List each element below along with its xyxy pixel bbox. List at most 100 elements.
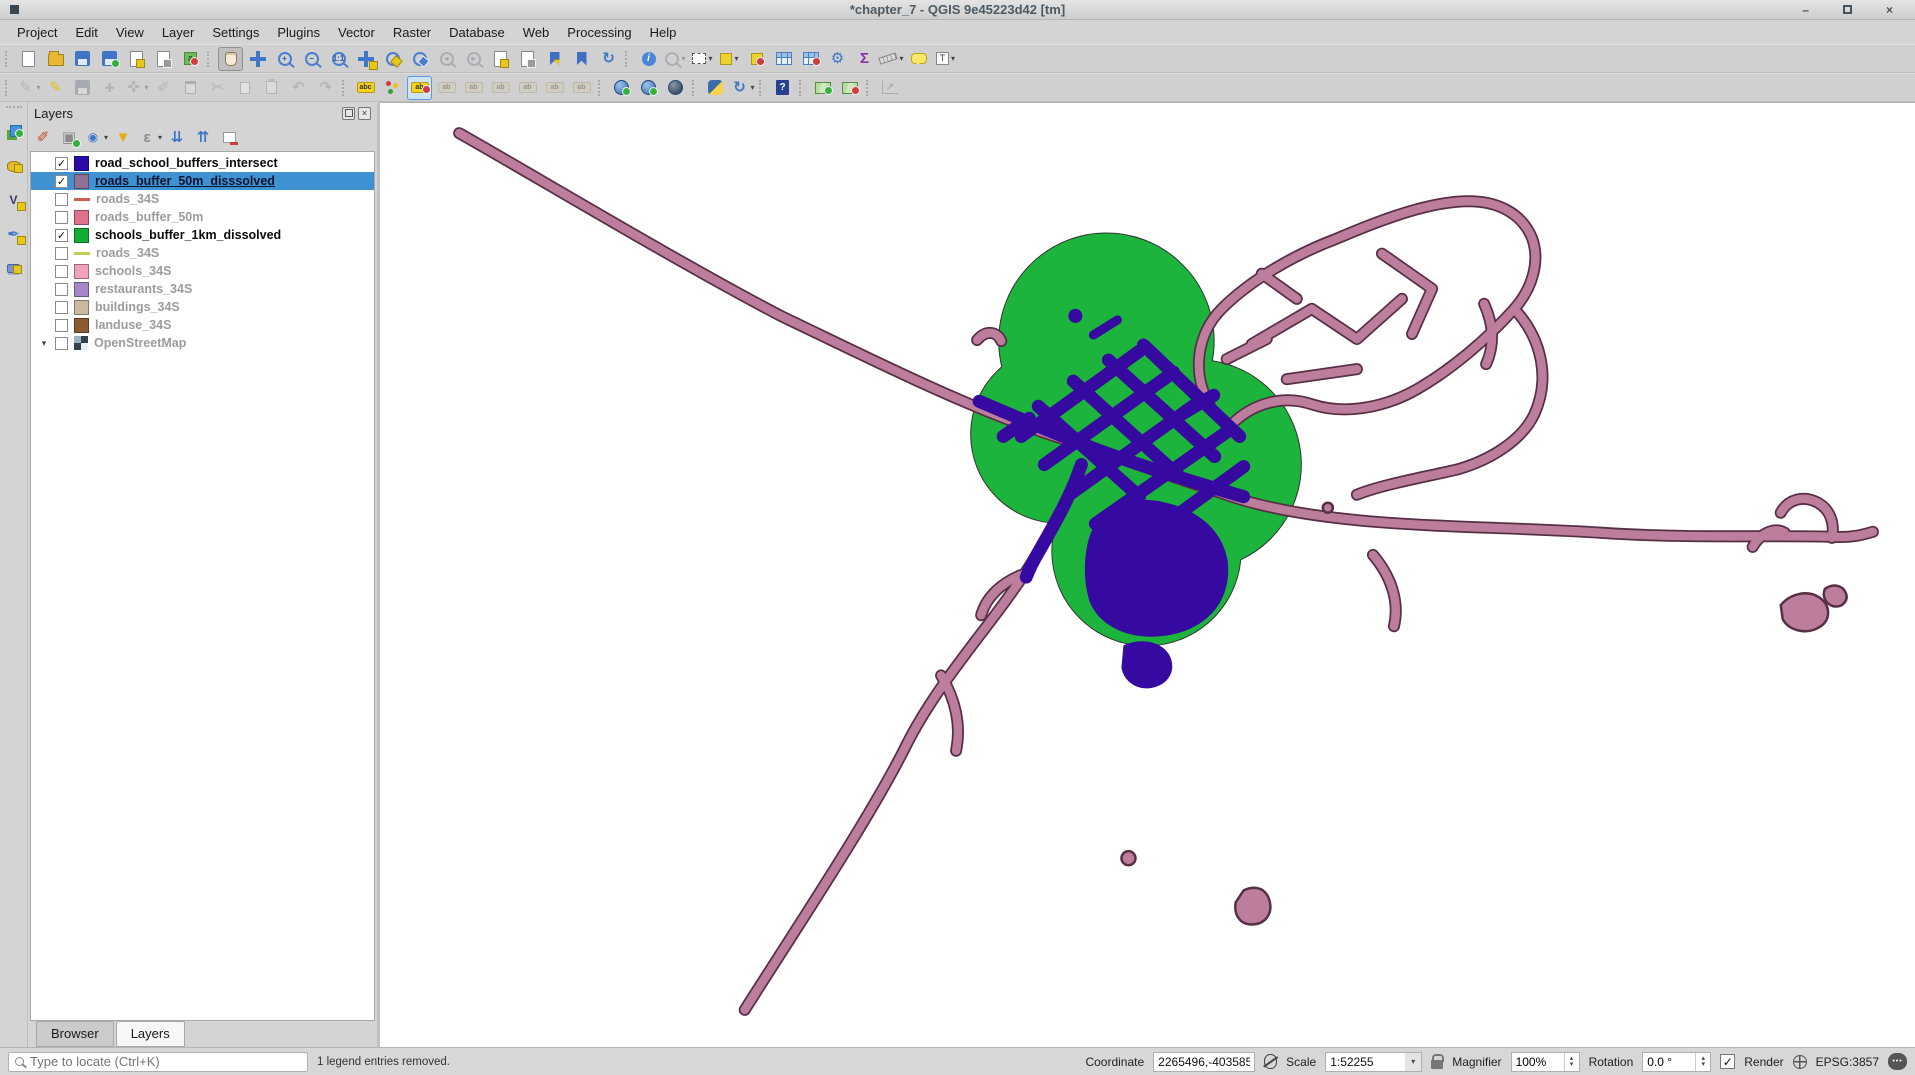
panel-close-button[interactable]: × xyxy=(358,107,371,120)
menu-item-web[interactable]: Web xyxy=(514,22,559,43)
toolbar-handle[interactable] xyxy=(5,80,12,96)
python-console-icon[interactable] xyxy=(703,76,728,100)
layer-checkbox[interactable] xyxy=(55,193,68,206)
new-map-view-icon[interactable] xyxy=(488,47,513,71)
locate-box[interactable] xyxy=(8,1052,308,1072)
scale-dropdown-icon[interactable]: ▾ xyxy=(1405,1052,1422,1072)
open-project-icon[interactable] xyxy=(43,47,68,71)
zoom-to-layer-icon[interactable] xyxy=(407,47,432,71)
layer-schools-34s[interactable]: schools_34S xyxy=(31,262,374,280)
cut-features-icon[interactable]: ✂ xyxy=(205,76,230,100)
tab-layers[interactable]: Layers xyxy=(116,1021,185,1047)
delete-selected-icon[interactable] xyxy=(178,76,203,100)
deselect-features-icon[interactable] xyxy=(744,47,769,71)
crs-status[interactable]: EPSG:3857 xyxy=(1816,1055,1879,1069)
add-wms-layer-icon[interactable] xyxy=(609,76,634,100)
new-print-layout-icon[interactable] xyxy=(124,47,149,71)
toolbar-handle[interactable] xyxy=(692,80,699,96)
magnifier-input[interactable] xyxy=(1512,1055,1564,1069)
zoom-to-selection-icon[interactable] xyxy=(380,47,405,71)
whats-this-icon[interactable]: ↻ xyxy=(730,76,755,100)
layer-checkbox[interactable] xyxy=(55,265,68,278)
change-label-icon[interactable]: ab xyxy=(542,76,567,100)
menu-item-layer[interactable]: Layer xyxy=(153,22,204,43)
extents-toggle-icon[interactable] xyxy=(1264,1054,1277,1069)
expand-all-icon[interactable]: ⇊ xyxy=(166,126,188,148)
save-project-as-icon[interactable] xyxy=(97,47,122,71)
redo-icon[interactable]: ↷ xyxy=(313,76,338,100)
render-checkbox[interactable]: ✓ xyxy=(1720,1054,1735,1069)
layer-checkbox[interactable] xyxy=(55,337,68,350)
menu-item-view[interactable]: View xyxy=(107,22,153,43)
collapse-all-icon[interactable]: ⇈ xyxy=(192,126,214,148)
pin-labels-icon[interactable]: ab xyxy=(434,76,459,100)
crs-globe-icon[interactable] xyxy=(1793,1055,1807,1069)
data-source-manager-icon[interactable] xyxy=(2,120,26,144)
new-spatial-bookmark-icon[interactable] xyxy=(542,47,567,71)
zoom-out-icon[interactable]: − xyxy=(299,47,324,71)
maximize-button[interactable] xyxy=(1843,5,1852,14)
spinner-arrows[interactable] xyxy=(1564,1053,1579,1071)
layer-road-school-buffers-intersect[interactable]: road_school_buffers_intersect xyxy=(31,154,374,172)
close-button[interactable]: × xyxy=(1886,4,1893,16)
new-shapefile-layer-icon[interactable]: V xyxy=(2,188,26,212)
quickmap-services-icon[interactable] xyxy=(810,76,835,100)
menu-item-plugins[interactable]: Plugins xyxy=(268,22,329,43)
help-contents-icon[interactable]: ? xyxy=(770,76,795,100)
add-feature-icon[interactable]: ✚ xyxy=(97,76,122,100)
scale-combo[interactable]: ▾ xyxy=(1325,1052,1422,1072)
layer-openstreetmap[interactable]: OpenStreetMap xyxy=(31,334,374,352)
map-tips-icon[interactable] xyxy=(906,47,931,71)
statistics-icon[interactable]: Σ xyxy=(852,47,877,71)
toolbar-handle[interactable] xyxy=(598,80,605,96)
open-attribute-table-icon[interactable] xyxy=(771,47,796,71)
paste-features-icon[interactable] xyxy=(259,76,284,100)
pan-map-icon[interactable] xyxy=(218,47,243,71)
toolbar-handle[interactable] xyxy=(5,51,12,67)
save-project-icon[interactable] xyxy=(70,47,95,71)
open-layer-styling-icon[interactable]: ✐ xyxy=(32,126,54,148)
menu-item-database[interactable]: Database xyxy=(440,22,514,43)
current-edits-icon[interactable]: ✎ xyxy=(16,76,41,100)
toolbar-handle[interactable] xyxy=(625,51,632,67)
expander-icon[interactable] xyxy=(39,338,49,349)
new-project-icon[interactable] xyxy=(16,47,41,71)
layer-checkbox[interactable] xyxy=(55,247,68,260)
menu-item-settings[interactable]: Settings xyxy=(203,22,268,43)
zoom-last-icon[interactable]: ◂ xyxy=(434,47,459,71)
move-label-icon[interactable]: ab xyxy=(488,76,513,100)
filter-expression-icon[interactable]: ε xyxy=(138,126,162,148)
new-spatialite-layer-icon[interactable]: ✒ xyxy=(2,222,26,246)
scale-lock-icon[interactable] xyxy=(1431,1060,1443,1069)
copy-features-icon[interactable] xyxy=(232,76,257,100)
layer-roads-34s-1[interactable]: roads_34S xyxy=(31,190,374,208)
layer-landuse-34s[interactable]: landuse_34S xyxy=(31,316,374,334)
layer-restaurants-34s[interactable]: restaurants_34S xyxy=(31,280,374,298)
tab-browser[interactable]: Browser xyxy=(36,1021,114,1047)
toolbar-handle[interactable] xyxy=(207,51,214,67)
elevation-profile-icon[interactable]: ↗ xyxy=(877,76,902,100)
layer-roads-buffer-50m-disssolved[interactable]: roads_buffer_50m_disssolved xyxy=(31,172,374,190)
vertex-tool-icon[interactable]: ✜ xyxy=(124,76,149,100)
toggle-editing-icon[interactable]: ✎ xyxy=(43,76,68,100)
layer-roads-34s-2[interactable]: roads_34S xyxy=(31,244,374,262)
save-layer-edits-icon[interactable] xyxy=(70,76,95,100)
highlight-labels-icon[interactable]: ab xyxy=(407,76,432,100)
zoom-in-icon[interactable]: + xyxy=(272,47,297,71)
menu-item-processing[interactable]: Processing xyxy=(558,22,640,43)
spinner-arrows[interactable] xyxy=(1695,1053,1710,1071)
processing-toolbox-icon[interactable]: ⚙ xyxy=(825,47,850,71)
select-features-icon[interactable] xyxy=(690,47,715,71)
new-3d-map-view-icon[interactable] xyxy=(515,47,540,71)
scale-input[interactable] xyxy=(1325,1052,1405,1072)
show-hide-labels-icon[interactable]: ab xyxy=(461,76,486,100)
toolbar-handle[interactable] xyxy=(799,80,806,96)
field-calculator-icon[interactable] xyxy=(798,47,823,71)
locate-input[interactable] xyxy=(30,1054,301,1069)
toolbar-handle[interactable] xyxy=(759,80,766,96)
magnifier-spinbox[interactable] xyxy=(1511,1052,1580,1072)
measure-icon[interactable] xyxy=(879,47,904,71)
menu-item-project[interactable]: Project xyxy=(8,22,66,43)
remove-layer-icon[interactable] xyxy=(218,126,240,148)
layer-checkbox[interactable] xyxy=(55,301,68,314)
